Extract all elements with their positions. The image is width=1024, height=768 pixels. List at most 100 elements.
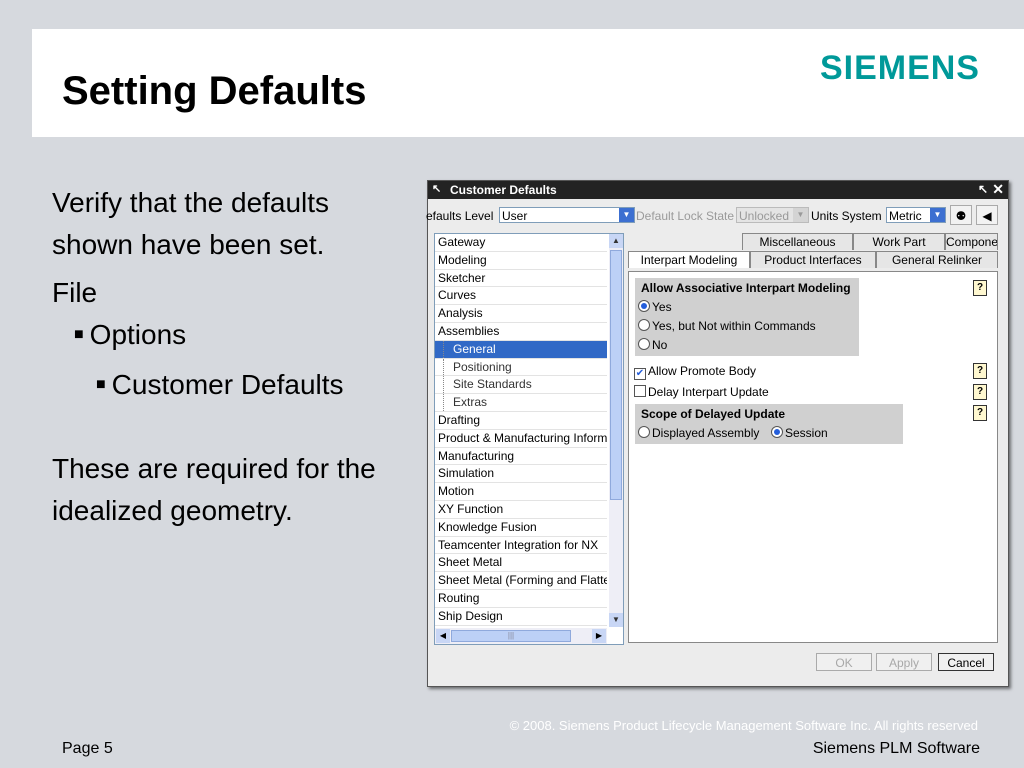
units-system-value: Metric: [889, 209, 922, 223]
chevron-down-icon: ▼: [793, 208, 808, 222]
radio-icon[interactable]: [638, 300, 650, 312]
category-tree[interactable]: Gateway Modeling Sketcher Curves Analysis Ass…: [434, 233, 624, 645]
checkbox-icon[interactable]: [634, 385, 646, 397]
help-icon[interactable]: ?: [973, 384, 987, 400]
defaults-level-select[interactable]: User ▼: [499, 207, 635, 223]
tree-item[interactable]: Extras: [435, 394, 607, 412]
help-icon[interactable]: ?: [973, 405, 987, 421]
tree-item[interactable]: Knowledge Fusion: [435, 519, 607, 537]
tree-item[interactable]: Positioning: [435, 358, 607, 377]
scroll-left-icon[interactable]: ◀: [436, 629, 450, 643]
chevron-down-icon[interactable]: ▼: [930, 208, 945, 222]
tab-work-part[interactable]: Work Part: [853, 233, 945, 250]
tree-item[interactable]: Simulation: [435, 465, 607, 484]
tree-item[interactable]: Ship Design: [435, 608, 607, 626]
copyright-text: © 2008. Siemens Product Lifecycle Manage…: [509, 718, 978, 733]
tree-item[interactable]: Sheet Metal: [435, 554, 607, 573]
radio-no-label: No: [652, 338, 668, 352]
bullet-customer-defaults: ■ Customer Defaults: [52, 364, 412, 406]
tab-product-interfaces[interactable]: Product Interfaces: [750, 251, 876, 268]
radio-yes-not-commands[interactable]: Yes, but Not within Commands: [638, 319, 816, 333]
tab-general-relinker[interactable]: General Relinker: [876, 251, 998, 268]
radio-session[interactable]: Session: [771, 426, 828, 440]
menu-file-text: File: [52, 277, 98, 308]
page-number: Page 5: [62, 740, 113, 757]
radio-displayed-assembly[interactable]: Displayed Assembly: [638, 426, 759, 440]
chevron-down-icon[interactable]: ▼: [619, 208, 634, 222]
radio-yes-not-commands-label: Yes, but Not within Commands: [652, 319, 816, 333]
scope-group-title: Scope of Delayed Update: [641, 407, 786, 421]
category-list: Gateway Modeling Sketcher Curves Analysis Ass…: [435, 234, 607, 627]
footer-brand: Siemens PLM Software: [812, 740, 980, 757]
scroll-right-icon[interactable]: ▶: [592, 629, 606, 643]
bullet-options-text: Options: [89, 319, 187, 350]
tab-component-operations[interactable]: Component Operations: [945, 233, 998, 250]
scroll-thumb[interactable]: [610, 250, 622, 500]
scope-delayed-update-group: Scope of Delayed Update Displayed Assemb…: [635, 404, 903, 444]
tree-item[interactable]: Sketcher: [435, 270, 607, 288]
allow-promote-checkbox[interactable]: ✔ Allow Promote Body: [634, 364, 756, 380]
radio-icon[interactable]: [638, 338, 650, 350]
slide-header: Setting Defaults SIEMENS: [32, 29, 1024, 137]
radio-session-label: Session: [785, 426, 828, 440]
bullet-square-icon: ■: [74, 326, 84, 343]
units-system-label: Units System: [811, 209, 882, 223]
pointer-arrow-icon[interactable]: ◀: [976, 205, 998, 225]
checkbox-checked-icon[interactable]: ✔: [634, 368, 646, 380]
tree-item[interactable]: Routing: [435, 590, 607, 608]
help-icon[interactable]: ?: [973, 280, 987, 296]
associative-modeling-group: Allow Associative Interpart Modeling Yes…: [635, 278, 859, 356]
defaults-level-value: User: [502, 209, 528, 223]
siemens-logo: SIEMENS: [819, 49, 980, 87]
radio-icon[interactable]: [638, 426, 650, 438]
radio-yes-label: Yes: [652, 300, 672, 314]
defaults-level-label: efaults Level: [426, 209, 494, 223]
scroll-up-icon[interactable]: ▲: [609, 234, 623, 248]
tree-item[interactable]: Sheet Metal (Forming and Flatte: [435, 572, 607, 590]
dialog-titlebar[interactable]: ↖ Customer Defaults ↖ ✕: [428, 181, 1008, 199]
tree-item[interactable]: Analysis: [435, 305, 607, 323]
hscroll-thumb[interactable]: |||: [451, 630, 571, 642]
tree-item[interactable]: XY Function: [435, 501, 607, 519]
radio-displayed-assembly-label: Displayed Assembly: [652, 426, 760, 440]
tree-item[interactable]: Vehicle Design - Body Design: [435, 626, 607, 628]
tree-item[interactable]: Modeling: [435, 252, 607, 270]
tree-item[interactable]: Drafting: [435, 412, 607, 430]
apply-button[interactable]: Apply: [876, 653, 932, 671]
tree-vertical-scrollbar[interactable]: ▲ ▼: [609, 234, 623, 627]
tree-item[interactable]: Product & Manufacturing Informa: [435, 430, 607, 448]
tree-item[interactable]: Teamcenter Integration for NX: [435, 537, 607, 555]
delay-update-checkbox[interactable]: Delay Interpart Update: [634, 385, 769, 399]
radio-icon[interactable]: [771, 426, 783, 438]
cancel-button[interactable]: Cancel: [938, 653, 994, 671]
ok-button[interactable]: OK: [816, 653, 872, 671]
radio-no[interactable]: No: [638, 338, 667, 352]
tab-component-operations-label: Component Operations: [946, 235, 998, 249]
close-icon[interactable]: ✕: [992, 181, 1004, 198]
delay-update-label: Delay Interpart Update: [648, 385, 769, 399]
help-icon[interactable]: ?: [973, 363, 987, 379]
tree-item[interactable]: Assemblies: [435, 323, 607, 341]
tree-horizontal-scrollbar[interactable]: ◀ ||| ▶: [435, 628, 607, 644]
tab-interpart-modeling[interactable]: Interpart Modeling: [628, 251, 750, 268]
tree-item[interactable]: Curves: [435, 287, 607, 306]
tab-miscellaneous[interactable]: Miscellaneous: [742, 233, 853, 250]
scroll-down-icon[interactable]: ▼: [609, 613, 623, 627]
tree-item[interactable]: Gateway: [435, 234, 607, 252]
tree-item[interactable]: Motion: [435, 483, 607, 501]
bullet-square-icon: ■: [96, 376, 106, 393]
bullet-options: ■ Options: [52, 314, 412, 356]
tree-item[interactable]: General: [435, 340, 607, 359]
dialog-toolbar: efaults Level User ▼ Default Lock State …: [426, 205, 1008, 227]
settings-tabs: Miscellaneous Work Part Component Operat…: [628, 233, 998, 273]
tree-item[interactable]: Site Standards: [435, 376, 607, 395]
lock-state-label: Default Lock State: [636, 209, 735, 223]
radio-yes[interactable]: Yes: [638, 300, 672, 314]
units-system-select[interactable]: Metric ▼: [886, 207, 946, 223]
slide-body: Verify that the defaults shown have been…: [52, 182, 412, 532]
bullet-customer-defaults-text: Customer Defaults: [111, 369, 344, 400]
radio-icon[interactable]: [638, 319, 650, 331]
binoculars-icon[interactable]: ⚉: [950, 205, 972, 225]
slide-title: Setting Defaults: [62, 69, 367, 113]
tree-item[interactable]: Manufacturing: [435, 448, 607, 466]
